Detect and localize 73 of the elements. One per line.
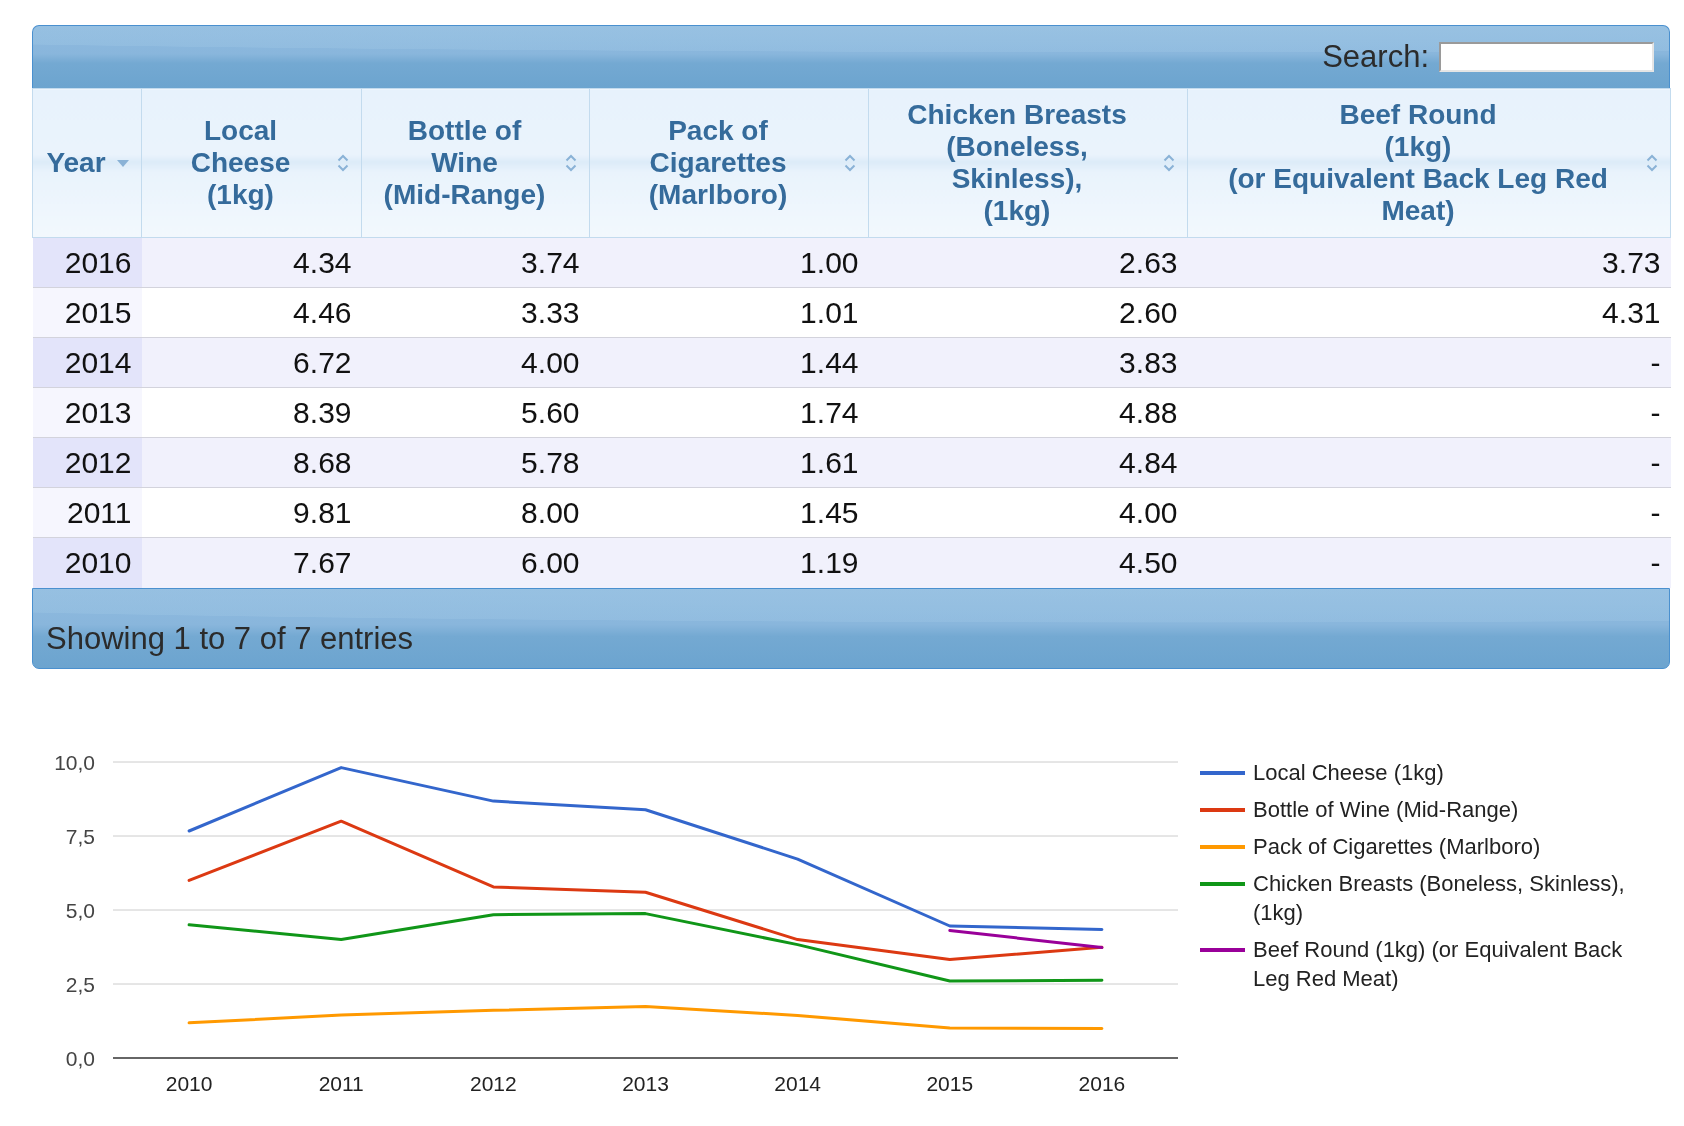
y-axis-tick-label: 0,0 [65,1046,95,1070]
table-cell: 1.45 [589,487,869,538]
y-axis-tick-label: 2,5 [65,972,95,996]
legend-swatch-icon [1200,844,1245,849]
table-cell: 3.73 [1187,237,1671,288]
table-cell: 2.63 [868,237,1188,288]
table-cell: 8.68 [141,437,362,488]
table-cell: 4.31 [1187,287,1671,338]
table-cell: 8.39 [141,387,362,438]
table-cell: 3.33 [361,287,590,338]
table-cell: - [1187,487,1671,538]
table-cell: 2.60 [868,287,1188,338]
table-cell: 7.67 [141,537,362,588]
table-cell: 3.83 [868,337,1188,388]
table-cell: 9.81 [141,487,362,538]
table-cell: 4.00 [868,487,1188,538]
table-cell: 2013 [32,387,142,438]
x-axis-tick-label: 2012 [470,1071,517,1095]
table-cell: 4.84 [868,437,1188,488]
x-axis-tick-label: 2011 [318,1071,364,1095]
table-cell: 1.44 [589,337,869,388]
y-axis-tick-label: 7,5 [65,824,95,848]
search-label: Search: [1322,39,1429,75]
legend-label: Pack of Cigarettes (Marlboro) [1253,832,1542,861]
table-cell: 2010 [32,537,142,588]
table-cell: 6.72 [141,337,362,388]
table-cell: 6.00 [361,537,590,588]
table-cell: 4.88 [868,387,1188,438]
x-axis-tick-label: 2010 [165,1071,213,1095]
legend-label: Local Cheese (1kg) [1253,758,1445,787]
table-cell: 4.46 [141,287,362,338]
table-cell: 1.00 [589,237,869,288]
table-cell: 4.50 [868,537,1188,588]
y-axis-tick-label: 5,0 [65,898,95,922]
x-axis-tick-label: 2015 [926,1071,974,1095]
column-header[interactable]: Year [32,88,142,238]
table-cell: 8.00 [361,487,590,538]
column-header[interactable]: Beef Round (1kg) (or Equivalent Back Leg Red Meat) [1187,88,1671,238]
table-cell: 1.01 [589,287,869,338]
column-header[interactable]: Pack of Cigarettes (Marlboro) [589,88,869,238]
table-cell: 1.61 [589,437,869,488]
table-cell: 4.00 [361,337,590,388]
table-cell: 1.74 [589,387,869,438]
table-cell: 2012 [32,437,142,488]
x-axis-tick-label: 2014 [774,1071,821,1095]
table-cell: 4.34 [141,237,362,288]
table-cell: 1.19 [589,537,869,588]
legend-swatch-icon [1200,947,1245,952]
legend-label: Beef Round (1kg) (or Equivalent Back Leg Red Meat) [1253,935,1624,993]
column-header[interactable]: Bottle of Wine (Mid-Range) [361,88,590,238]
y-axis-tick-label: 10,0 [54,750,95,774]
table-cell: 5.78 [361,437,590,488]
table-cell: - [1187,537,1671,588]
legend-swatch-icon [1200,770,1245,775]
x-axis-tick-label: 2013 [622,1071,669,1095]
legend-swatch-icon [1200,807,1245,812]
entries-info: Showing 1 to 7 of 7 entries [46,620,414,656]
table-cell: 2011 [32,487,142,538]
table-cell: - [1187,437,1671,488]
table-cell: - [1187,387,1671,438]
legend-swatch-icon [1200,881,1245,886]
table-cell: - [1187,337,1671,388]
table-cell: 2016 [32,237,142,288]
table-cell: 5.60 [361,387,590,438]
table-cell: 3.74 [361,237,590,288]
legend-label: Chicken Breasts (Boneless, Skinless), (1kg) [1253,869,1626,927]
column-header[interactable]: Local Cheese (1kg) [141,88,362,238]
table-cell: 2014 [32,337,142,388]
legend-label: Bottle of Wine (Mid-Range) [1253,795,1520,824]
x-axis-tick-label: 2016 [1078,1071,1126,1095]
column-header[interactable]: Chicken Breasts (Boneless, Skinless), (1kg) [868,88,1188,238]
search-field[interactable] [1439,42,1654,72]
table-cell: 2015 [32,287,142,338]
